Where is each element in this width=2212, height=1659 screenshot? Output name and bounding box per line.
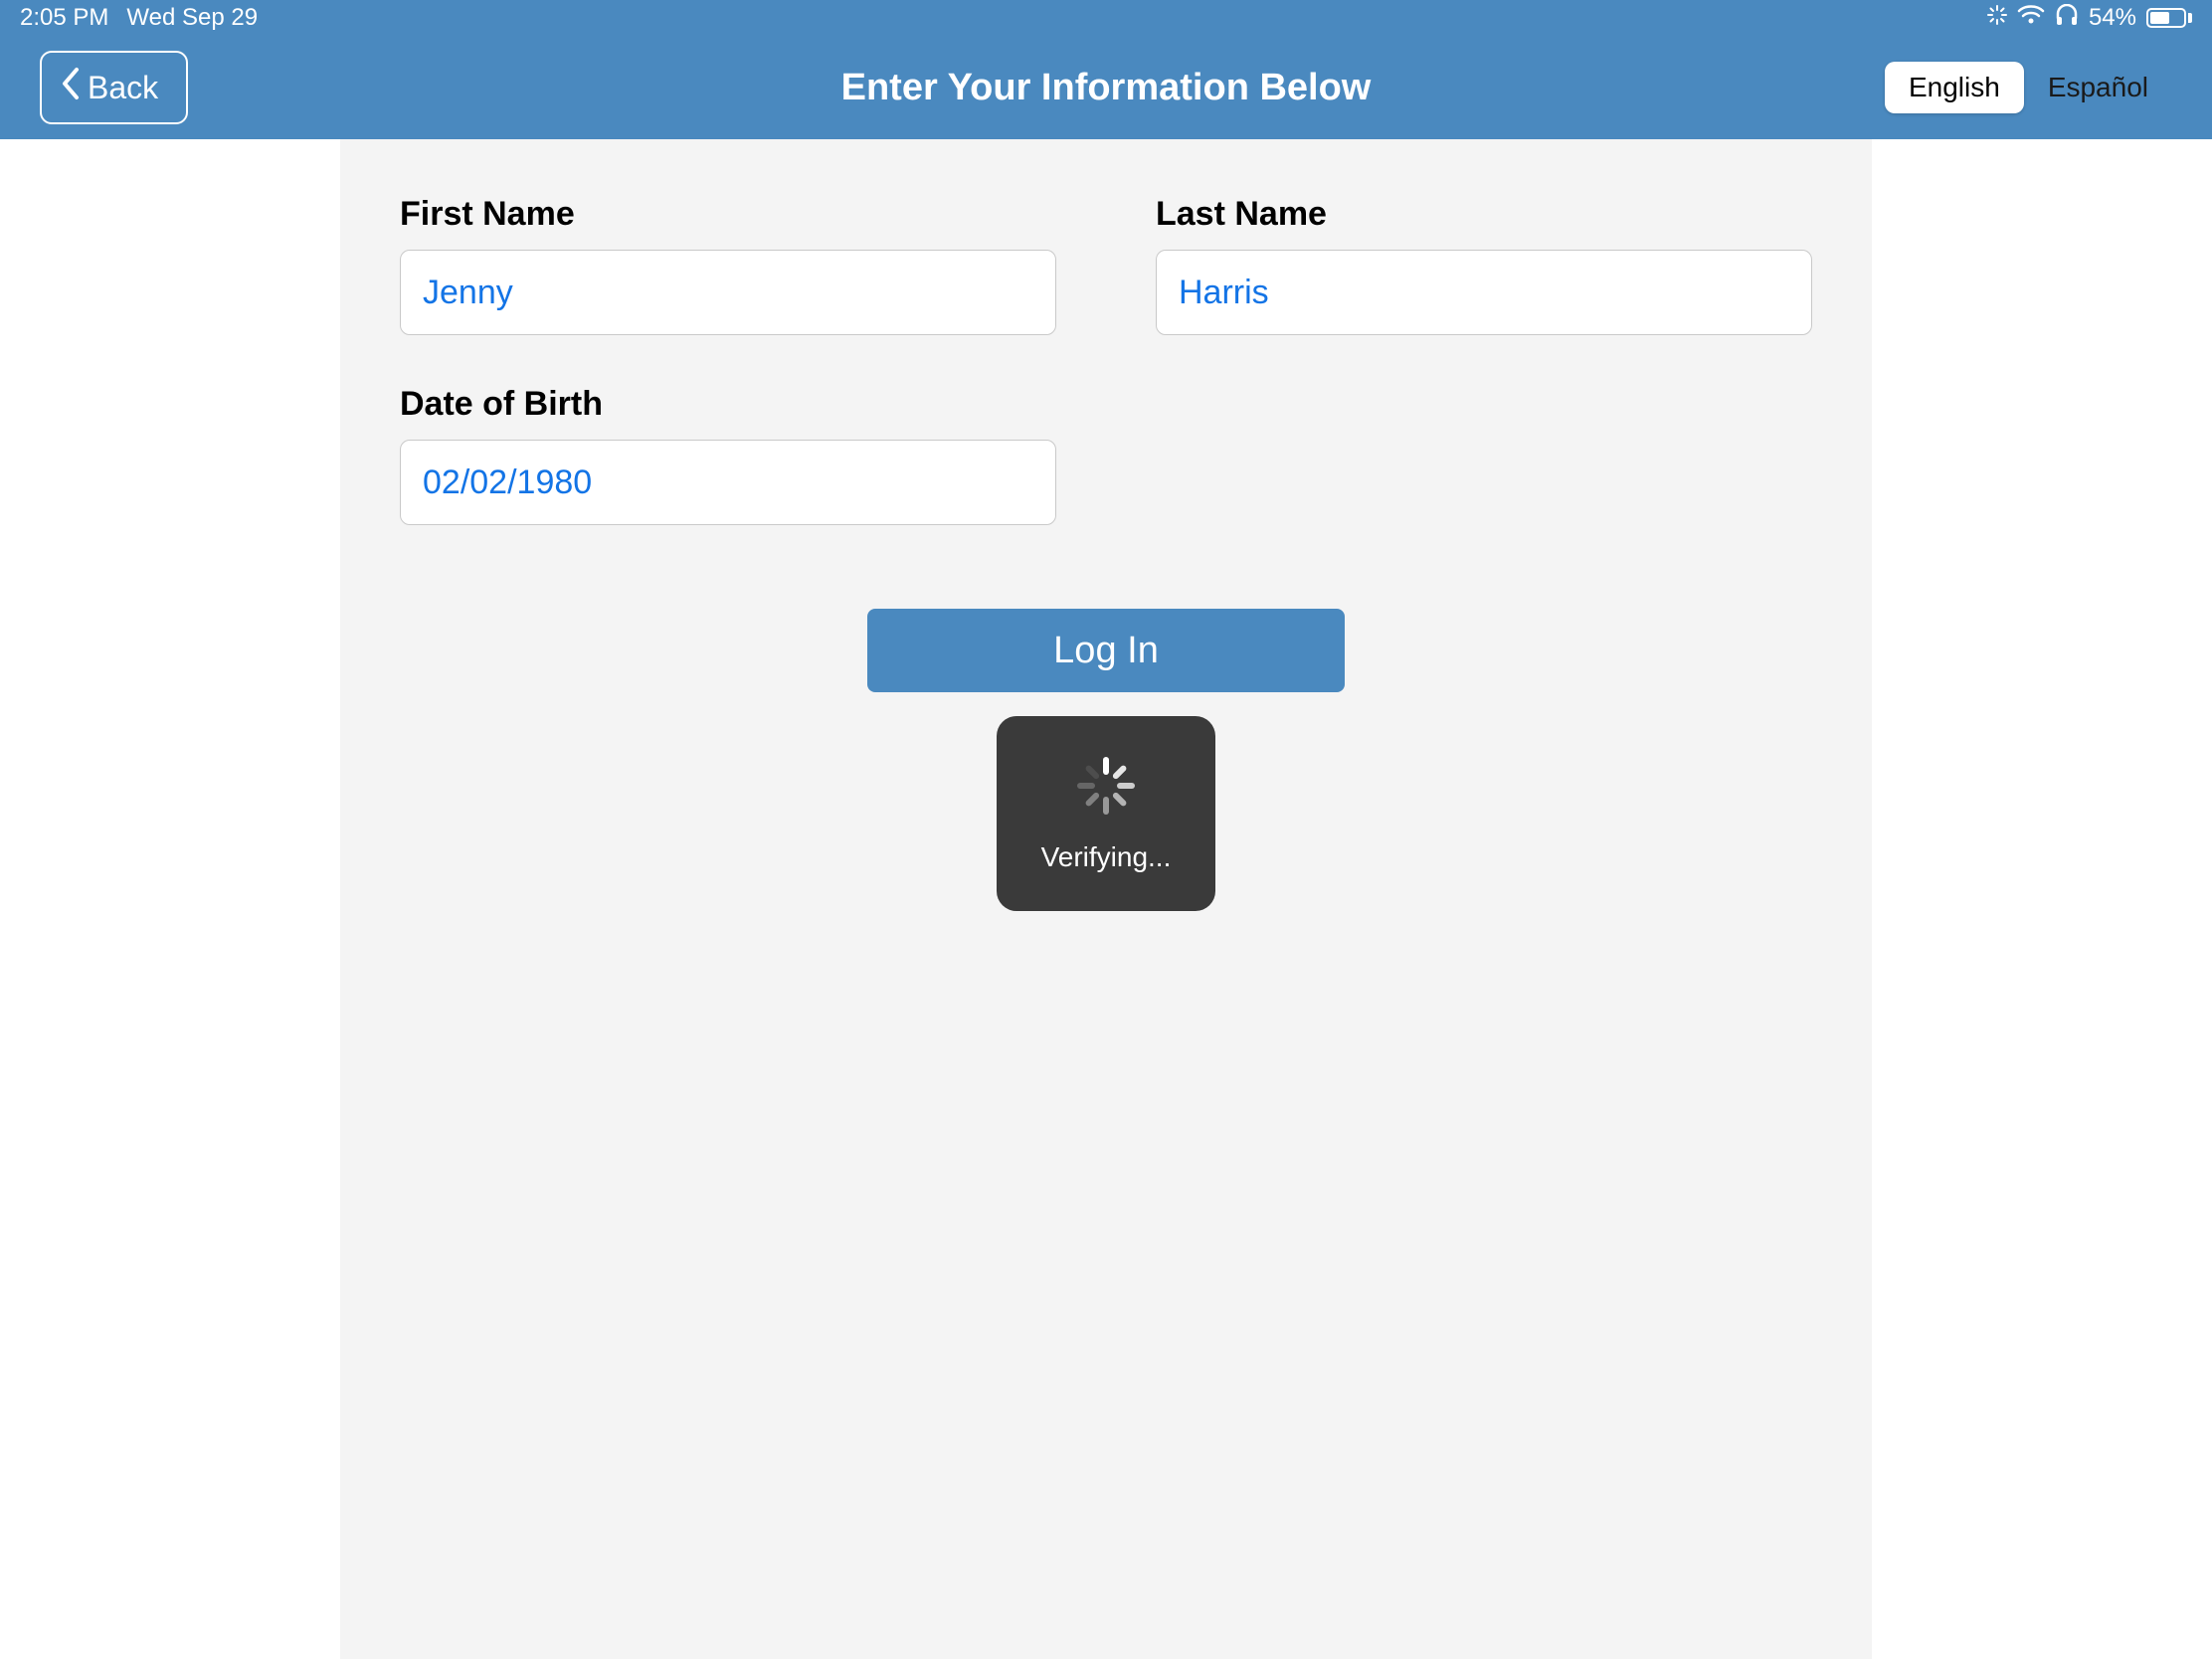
status-time: 2:05 PM [20,4,108,32]
battery-percentage: 54% [2089,4,2136,32]
verifying-modal: Verifying... [997,716,1215,911]
back-button-label: Back [88,70,158,106]
status-date: Wed Sep 29 [126,4,258,32]
login-button[interactable]: Log In [867,609,1345,692]
content-wrap: First Name Last Name Date of Birth Log I… [0,139,2212,1659]
navbar: 2:05 PM Wed Sep 29 54% Back [0,0,2212,139]
first-name-input[interactable] [400,250,1056,335]
form-panel: First Name Last Name Date of Birth Log I… [340,139,1872,1659]
battery-icon [2146,8,2192,28]
verifying-text: Verifying... [1041,841,1172,873]
language-toggle: English Español [1885,62,2172,113]
first-name-field: First Name [400,195,1056,335]
spacer [1156,385,1812,525]
last-name-input[interactable] [1156,250,1812,335]
first-name-label: First Name [400,195,1056,234]
language-spanish-button[interactable]: Español [2024,62,2172,113]
back-button[interactable]: Back [40,51,188,124]
form-grid: First Name Last Name Date of Birth [400,195,1812,525]
dob-field: Date of Birth [400,385,1056,525]
status-bar: 2:05 PM Wed Sep 29 54% [0,0,2212,36]
chevron-left-icon [60,67,82,108]
last-name-label: Last Name [1156,195,1812,234]
login-row: Log In [400,609,1812,692]
status-left: 2:05 PM Wed Sep 29 [20,4,258,32]
spinner-icon [1074,754,1138,818]
headphones-icon [2055,4,2079,33]
page-title: Enter Your Information Below [841,67,1372,109]
dob-label: Date of Birth [400,385,1056,424]
nav-row: Back Enter Your Information Below Englis… [0,36,2212,139]
activity-icon [1987,4,2007,32]
loading-overlay: Verifying... [400,716,1812,911]
dob-input[interactable] [400,440,1056,525]
wifi-icon [2017,4,2045,32]
language-english-button[interactable]: English [1885,62,2024,113]
last-name-field: Last Name [1156,195,1812,335]
status-right: 54% [1987,4,2192,33]
